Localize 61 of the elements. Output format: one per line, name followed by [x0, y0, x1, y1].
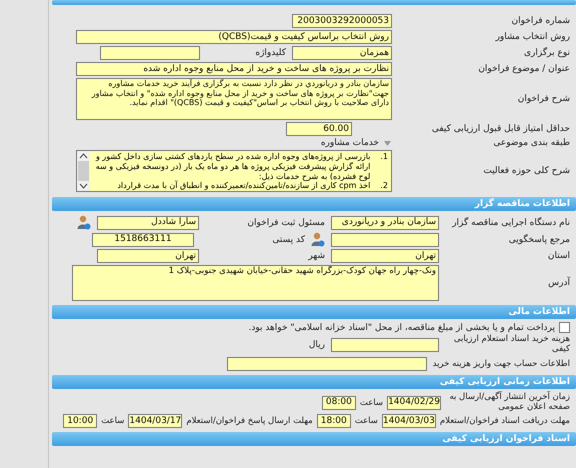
input-field[interactable]: تهران	[97, 249, 199, 264]
field-label: حداقل امتیاز قابل قبول ارزیابی کیفی	[430, 124, 570, 134]
field-label: مهلت دریافت اسناد فراخوان/استعلام	[440, 416, 570, 426]
input-field[interactable]: 60.00	[286, 122, 352, 136]
field-label: عنوان / موضوع فراخوان	[477, 64, 570, 74]
user-info-icon[interactable]	[77, 215, 91, 230]
field-label: ساعت	[360, 398, 383, 408]
text-area[interactable]	[76, 150, 392, 192]
input-field[interactable]	[100, 46, 200, 60]
field-label: زمان آخرین انتشار آگهی/ارسال به صفحه اعلان عمومی	[448, 392, 570, 412]
field-label: شرح فراخوان	[516, 94, 570, 104]
input-field[interactable]	[226, 356, 427, 371]
checkbox[interactable]	[559, 322, 570, 334]
input-field[interactable]: تهران	[331, 249, 439, 264]
section-header: اطلاعات مناقصه گزار	[52, 197, 576, 212]
field-label: شرح کلی حوزه فعالیت	[482, 166, 570, 177]
field-label: طبقه بندی موضوعی	[492, 138, 570, 148]
date-field[interactable]: 1404/03/03	[382, 414, 436, 428]
field-label: مرجع پاسخگویی	[508, 234, 570, 246]
field-label: نوع برگزاری	[523, 48, 570, 58]
field-label: روش انتخاب مشاور	[494, 32, 570, 42]
expand-icon[interactable]	[383, 138, 392, 148]
field-label: کلیدواژه	[254, 48, 286, 58]
section-header: اسناد فراخوان ارزیابی کیفی	[52, 432, 576, 446]
time-field[interactable]: 10:00	[63, 414, 98, 428]
field-label: نام دستگاه اجرایی مناقصه گزار	[450, 218, 570, 228]
field-label: ساعت	[101, 416, 124, 426]
time-field[interactable]: 18:00	[316, 414, 351, 428]
list-text: بازرسی از پروژه‌های وجوه اداره شده در سطح یاردهای کشتی سازی داخل کشور و ارائه گزارش پیشرفت فیزیکی پروژه ها هر دو ماه یک بار (در دونسخه فیزیکی و سه لوح فشرده) به شرح خدمات ذیل:	[94, 152, 370, 182]
scrollbar	[77, 151, 90, 192]
field-label: مسئول ثبت فراخوان	[246, 218, 325, 228]
input-field[interactable]: 2003003292000053	[292, 14, 392, 28]
date-field[interactable]: 1404/02/29	[387, 396, 441, 410]
field-label: اطلاعات حساب جهت واریز هزینه خرید	[432, 358, 570, 369]
section-header: اطلاعات زمانی ارزیابی کیفی	[52, 374, 576, 389]
input-field[interactable]: سارا شاددل	[97, 216, 199, 230]
field-label: آدرس	[547, 278, 570, 289]
input-field[interactable]: نظارت بر پروژه های ساخت و خرید از محل منابع وجوه اداره شده	[76, 62, 392, 76]
input-field[interactable]: همزمان	[292, 46, 392, 60]
input-field[interactable]	[331, 232, 439, 247]
field-label: ساعت	[354, 416, 378, 426]
time-field[interactable]: 08:00	[322, 396, 356, 410]
input-field[interactable]: 1518663111	[92, 232, 194, 247]
list-text: اخذ cpm کاری از سازنده/تامین‌کننده/تعمیرکننده و انطباق آن با مدت قرارداد	[117, 181, 370, 191]
field-label: کد پستی	[271, 234, 305, 246]
field-label: مهلت ارسال پاسخ فراخوان/استعلام	[186, 416, 313, 426]
field-label: شهر	[307, 251, 325, 262]
list-number: 2.	[380, 181, 388, 191]
user-info-icon[interactable]	[311, 232, 325, 248]
field-label: استان	[546, 251, 570, 262]
date-field[interactable]: 1404/03/17	[128, 414, 182, 428]
currency-unit: ریال	[308, 340, 325, 350]
tree-item[interactable]: خدمات مشاوره	[320, 138, 379, 148]
checkbox-label: پرداخت تمام و یا بخشی از مبلغ مناقصه، از محل "اسناد خزانه اسلامی" خواهد بود.	[248, 322, 555, 333]
input-field[interactable]: روش انتخاب براساس کیفیت و قیمت(QCBS)	[76, 30, 392, 44]
field-label: شماره فراخوان	[510, 16, 570, 26]
list-number: 1.	[380, 152, 388, 164]
field-label: هزینه خرید اسناد استعلام ارزیابی کیفی	[452, 335, 570, 355]
section-header: اطلاعات مالی	[52, 305, 576, 320]
input-field[interactable]: سازمان بنادر و دریانوردی	[331, 216, 439, 230]
input-field[interactable]	[331, 338, 439, 352]
